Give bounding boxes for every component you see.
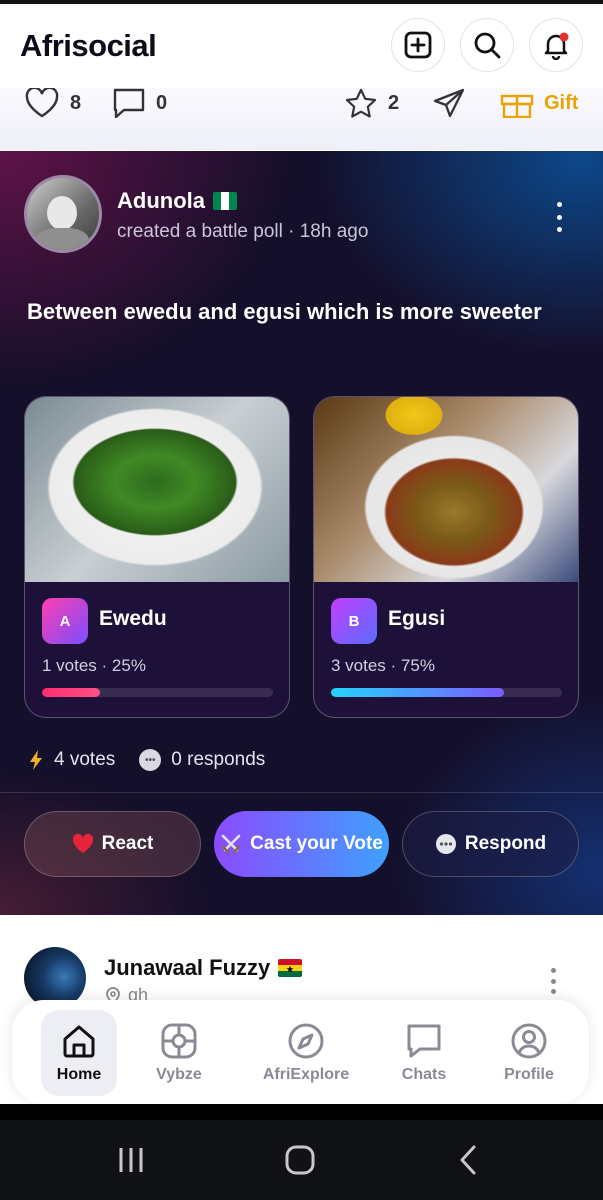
recent-apps-button[interactable] <box>111 1140 151 1180</box>
ghana-flag-icon <box>278 959 303 977</box>
comment-count: 0 <box>156 91 168 114</box>
react-button[interactable]: React <box>24 811 201 877</box>
system-nav-gap <box>0 1104 603 1120</box>
back-button[interactable] <box>448 1140 488 1180</box>
author-name-text: Junawaal Fuzzy <box>104 955 271 980</box>
poll-question: Between ewedu and egusi which is more sw… <box>27 299 542 324</box>
previous-post-actions: 8 0 2 Gift <box>0 88 603 150</box>
nav-chats[interactable]: Chats <box>386 1010 462 1096</box>
post-options-button[interactable] <box>549 968 557 994</box>
back-chevron-icon <box>460 1145 476 1175</box>
vybze-icon <box>161 1023 197 1059</box>
app-title: Afrisocial <box>20 28 157 63</box>
like-button[interactable]: 8 <box>24 88 81 118</box>
send-icon <box>433 88 465 118</box>
star-icon <box>345 88 377 118</box>
option-badge: B <box>331 598 377 644</box>
option-progress-track <box>42 688 273 697</box>
bell-icon <box>544 32 569 60</box>
profile-icon <box>511 1023 547 1059</box>
speech-bubble-icon <box>435 834 456 854</box>
speech-bubble-icon: ••• <box>139 749 162 771</box>
chat-icon <box>407 1024 441 1058</box>
gift-label: Gift <box>544 91 579 114</box>
option-name: Egusi <box>388 607 446 630</box>
post-options-button[interactable] <box>555 202 563 232</box>
option-progress-track <box>331 688 562 697</box>
create-post-button[interactable] <box>391 18 445 72</box>
avatar-face <box>47 196 77 230</box>
heart-icon <box>25 88 59 118</box>
plus-square-icon <box>404 31 432 59</box>
nav-chats-label: Chats <box>401 1066 447 1083</box>
gift-icon <box>500 94 534 118</box>
red-heart-icon <box>72 834 93 853</box>
card-divider <box>0 792 603 793</box>
respond-button[interactable]: Respond <box>402 811 579 877</box>
comment-button[interactable]: 0 <box>112 88 167 118</box>
search-icon <box>474 32 501 59</box>
nigeria-flag-icon <box>213 192 237 210</box>
author-avatar[interactable] <box>24 175 102 253</box>
ewedu-food-image <box>25 397 289 582</box>
nav-afriexplore-label: AfriExplore <box>262 1066 350 1083</box>
share-button[interactable] <box>432 88 466 118</box>
option-badge: A <box>42 598 88 644</box>
avatar-body <box>35 228 89 250</box>
lightning-icon <box>30 750 42 770</box>
responds-count: 0 responds <box>171 749 266 770</box>
poll-option-b[interactable]: B Egusi 3 votes · 75% <box>313 396 579 718</box>
nav-home[interactable]: Home <box>41 1010 117 1096</box>
cast-vote-label: Cast your Vote <box>250 833 383 854</box>
nav-home-label: Home <box>56 1066 102 1083</box>
home-square-icon <box>285 1145 315 1175</box>
comment-icon <box>113 88 145 118</box>
author-name[interactable]: Adunola <box>117 188 237 214</box>
nav-afriexplore[interactable]: AfriExplore <box>256 1010 356 1096</box>
option-stats: 1 votes · 25% <box>42 656 146 675</box>
crossed-swords-icon <box>221 834 241 854</box>
respond-label: Respond <box>464 833 547 854</box>
option-name: Ewedu <box>99 607 167 630</box>
star-button[interactable]: 2 <box>344 88 399 118</box>
total-votes: 4 votes <box>54 749 116 770</box>
post-meta: created a battle poll · 18h ago <box>117 221 369 242</box>
recent-apps-icon <box>119 1148 143 1172</box>
cast-vote-button[interactable]: Cast your Vote <box>214 811 389 877</box>
app-screen: Afrisocial 8 0 2 Gift Adunola created a … <box>0 0 603 1200</box>
app-header: Afrisocial <box>0 4 603 88</box>
react-label: React <box>101 833 154 854</box>
system-nav-bar <box>0 1120 603 1200</box>
star-count: 2 <box>388 91 400 114</box>
poll-totals: 4 votes ••• 0 responds <box>28 749 265 771</box>
egusi-food-image <box>314 397 578 582</box>
bottom-nav: Home Vybze AfriExplore Chats Profile <box>12 1000 589 1104</box>
home-icon <box>63 1025 95 1058</box>
author-name-text: Adunola <box>117 188 205 213</box>
nav-vybze[interactable]: Vybze <box>141 1010 217 1096</box>
nav-profile[interactable]: Profile <box>491 1010 567 1096</box>
option-progress-fill <box>42 688 100 697</box>
gift-button[interactable]: Gift <box>500 88 578 118</box>
nav-profile-label: Profile <box>504 1066 554 1083</box>
home-system-button[interactable] <box>280 1140 320 1180</box>
notifications-button[interactable] <box>529 18 583 72</box>
like-count: 8 <box>70 91 82 114</box>
poll-option-a[interactable]: A Ewedu 1 votes · 25% <box>24 396 290 718</box>
battle-poll-card: Adunola created a battle poll · 18h ago … <box>0 151 603 915</box>
compass-icon <box>288 1023 324 1059</box>
author-name[interactable]: Junawaal Fuzzy <box>104 955 303 981</box>
nav-vybze-label: Vybze <box>156 1066 202 1083</box>
search-button[interactable] <box>460 18 514 72</box>
option-progress-fill <box>331 688 505 697</box>
option-stats: 3 votes · 75% <box>331 656 435 675</box>
